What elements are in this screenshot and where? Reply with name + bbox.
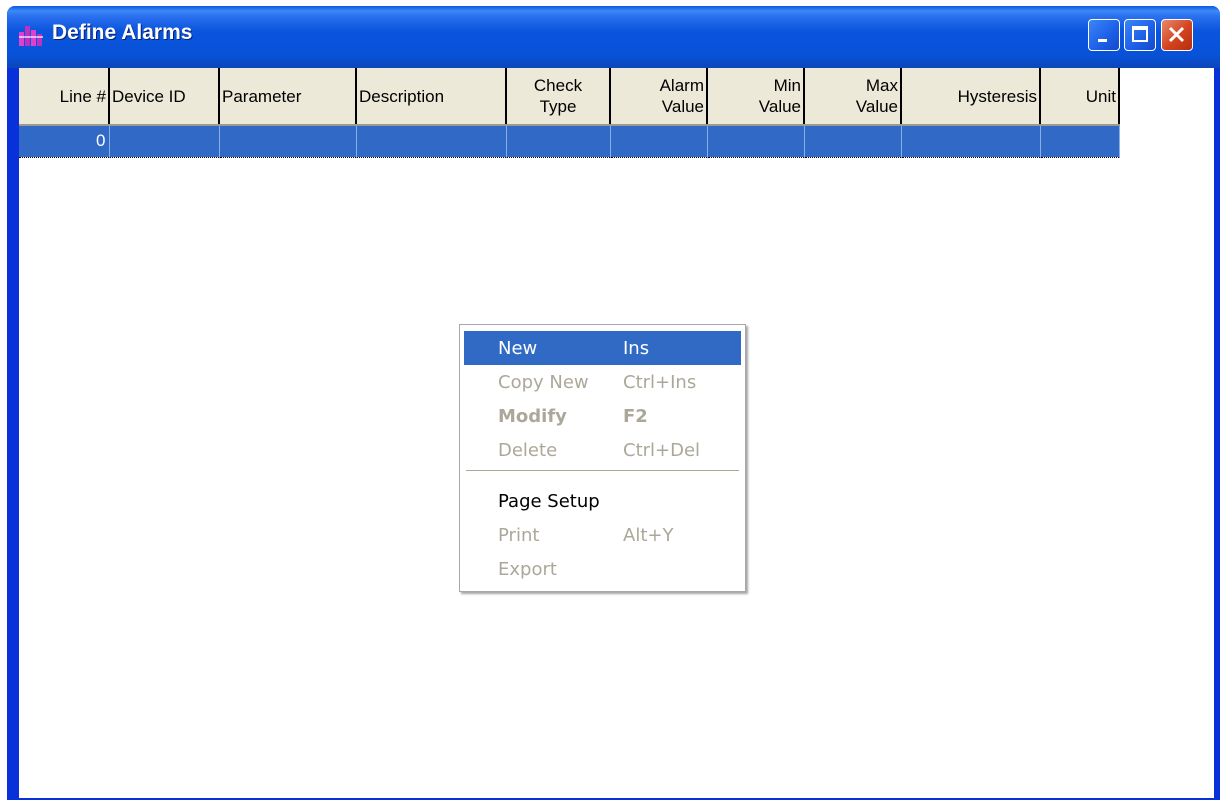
column-header-unit[interactable]: Unit [1040, 68, 1120, 126]
menu-item-export[interactable]: Export [464, 552, 741, 586]
column-header-alarm-value[interactable]: Alarm Value [610, 68, 708, 126]
context-menu: New Ins Copy New Ctrl+Ins Modify F2 Dele… [459, 324, 746, 592]
menu-item-delete[interactable]: Delete Ctrl+Del [464, 433, 741, 467]
grid-header-row: Line # Device ID Parameter Description C… [19, 68, 1120, 126]
menu-item-page-setup[interactable]: Page Setup [464, 484, 741, 518]
cell-parameter[interactable] [219, 124, 357, 158]
cell-min-value[interactable] [707, 124, 805, 158]
cell-description[interactable] [356, 124, 507, 158]
app-icon [19, 26, 43, 46]
alarms-grid: Line # Device ID Parameter Description C… [19, 68, 1120, 158]
column-header-description[interactable]: Description [356, 68, 507, 126]
column-header-line-number[interactable]: Line # [19, 68, 110, 126]
column-header-check-type[interactable]: Check Type [506, 68, 611, 126]
column-header-min-value[interactable]: Min Value [707, 68, 805, 126]
maximize-icon [1132, 26, 1148, 42]
cell-check-type[interactable] [506, 124, 611, 158]
cell-hysteresis[interactable] [901, 124, 1041, 158]
window-title: Define Alarms [52, 21, 193, 44]
table-row[interactable]: 0 [19, 124, 1120, 158]
close-icon [1168, 26, 1185, 43]
cell-device-id[interactable] [109, 124, 220, 158]
cell-max-value[interactable] [804, 124, 902, 158]
column-header-device-id[interactable]: Device ID [109, 68, 220, 126]
minimize-button[interactable] [1088, 19, 1120, 51]
column-header-parameter[interactable]: Parameter [219, 68, 357, 126]
menu-item-modify[interactable]: Modify F2 [464, 399, 741, 433]
menu-item-new[interactable]: New Ins [464, 331, 741, 365]
menu-item-print[interactable]: Print Alt+Y [464, 518, 741, 552]
column-header-max-value[interactable]: Max Value [804, 68, 902, 126]
cell-unit[interactable] [1040, 124, 1120, 158]
minimize-icon [1098, 39, 1107, 42]
cell-line-number[interactable]: 0 [19, 124, 110, 158]
title-bar[interactable]: Define Alarms [7, 6, 1220, 68]
cell-alarm-value[interactable] [610, 124, 708, 158]
column-header-hysteresis[interactable]: Hysteresis [901, 68, 1041, 126]
close-button[interactable] [1161, 19, 1193, 51]
maximize-button[interactable] [1124, 19, 1156, 51]
menu-separator [466, 470, 739, 471]
menu-item-copy-new[interactable]: Copy New Ctrl+Ins [464, 365, 741, 399]
